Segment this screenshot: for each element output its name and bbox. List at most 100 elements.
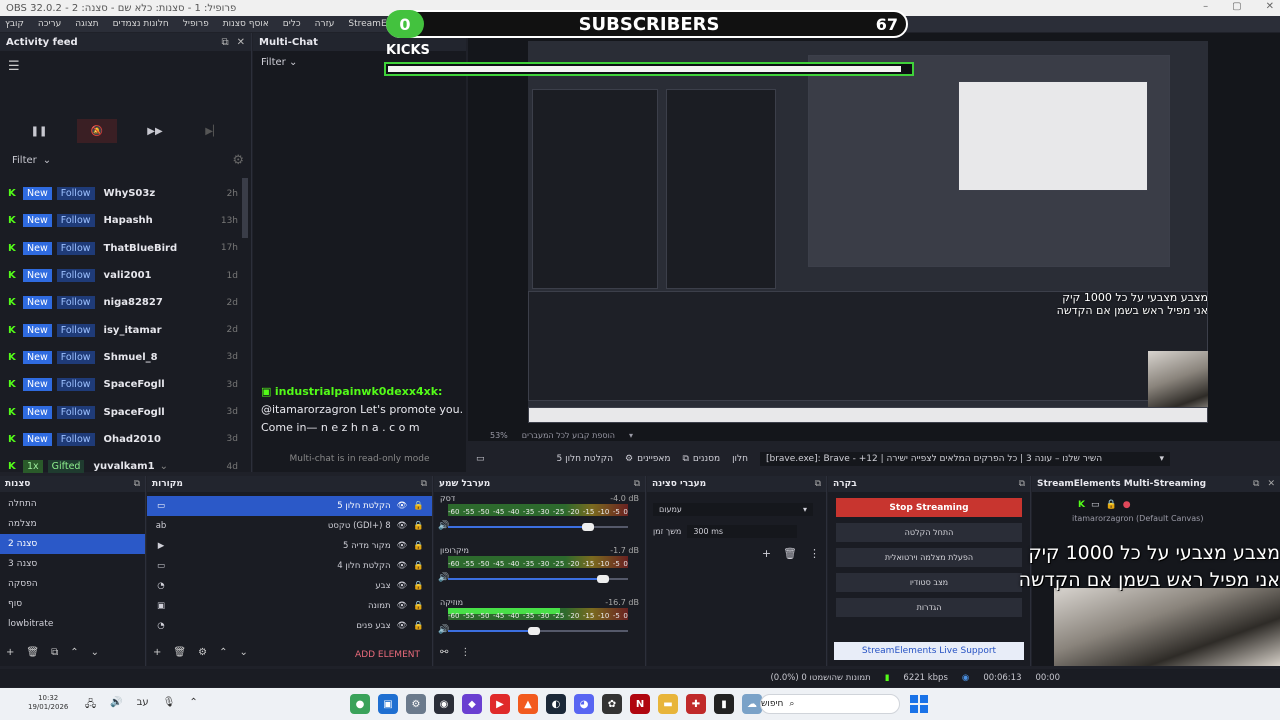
scene-item[interactable]: סצנה 3 (0, 554, 145, 574)
app-icon-game[interactable]: ✚ (686, 694, 706, 714)
menu-item[interactable]: אוסף סצנות (223, 19, 269, 29)
duration-input[interactable]: 300 ms (687, 524, 798, 538)
scene-item[interactable]: הפסקה (0, 574, 145, 594)
hamburger-menu-icon[interactable]: ☰ (8, 59, 20, 74)
transition-select[interactable]: עמעום ▾ (653, 502, 813, 516)
scene-item[interactable]: סצנה 2 (0, 534, 145, 554)
eye-icon[interactable]: 👁 (397, 581, 408, 591)
float-icon[interactable]: ⧉ (421, 479, 427, 489)
close-icon[interactable]: ✕ (1266, 1, 1274, 12)
float-icon[interactable]: ⧉ (815, 479, 821, 489)
float-icon[interactable]: ⧉ (1019, 479, 1025, 489)
language-indicator[interactable]: עב (137, 697, 149, 714)
eye-icon[interactable]: 👁 (397, 541, 408, 551)
close-icon[interactable]: ✕ (1267, 479, 1275, 489)
chevron-up-icon[interactable]: ⌃ (189, 697, 197, 714)
lock-icon[interactable]: 🔒 (413, 581, 424, 591)
lock-icon[interactable]: 🔒 (413, 601, 424, 611)
source-item[interactable]: ▭ הקלטת חלון 4 👁 🔒 (147, 556, 432, 576)
lock-icon[interactable]: 🔒 (413, 561, 424, 571)
source-item[interactable]: ◔ צבע 👁 🔒 (147, 576, 432, 596)
float-icon[interactable]: ⧉ (221, 37, 228, 48)
app-icon-photos[interactable]: ▣ (378, 694, 398, 714)
control-button[interactable]: הגדרות (836, 598, 1022, 617)
float-icon[interactable]: ⧉ (1253, 479, 1259, 489)
taskbar-search[interactable]: ⌕ חיפוש (760, 694, 900, 714)
feed-item[interactable]: K New Follow isy_itamar 2d (0, 316, 240, 343)
scene-item[interactable]: lowbitrate (0, 614, 145, 634)
app-icon-brave[interactable]: ▲ (518, 694, 538, 714)
source-item[interactable]: ab טקסט (GDI+) 8 👁 🔒 (147, 516, 432, 536)
eye-icon[interactable]: 👁 (397, 601, 408, 611)
add-element-button[interactable]: ADD ELEMENT (355, 650, 420, 660)
trash-icon[interactable]: 🗑 (173, 647, 186, 658)
link-icon[interactable]: ⚯ (440, 647, 448, 658)
source-item[interactable]: ▭ הקלטת חלון 5 👁 🔒 (147, 496, 432, 516)
feed-filter[interactable]: Filter ⌄ ⚙ (12, 153, 244, 168)
add-icon[interactable]: + (762, 547, 771, 560)
menu-item[interactable]: עריכה (38, 19, 61, 29)
float-icon[interactable]: ⧉ (634, 479, 640, 489)
gear-icon[interactable]: ⚙ (198, 647, 207, 658)
app-icon-weather[interactable]: ☁ (742, 694, 762, 714)
close-icon[interactable]: ✕ (237, 37, 245, 48)
feed-item[interactable]: K New Follow Ohad2010 3d (0, 426, 240, 453)
scrollbar[interactable] (242, 178, 248, 238)
menu-item[interactable]: פרופיל (183, 19, 209, 29)
menu-item[interactable]: כלים (283, 19, 301, 29)
app-icon-obs[interactable]: ◉ (434, 694, 454, 714)
feed-item[interactable]: K New Follow vali2001 1d (0, 262, 240, 289)
lock-icon[interactable]: 🔒 (413, 521, 424, 531)
window-select[interactable]: [brave.exe]: Brave - +12 | השיר שלנו – ע… (759, 452, 1170, 466)
feed-item[interactable]: K New Follow Shmuel_8 3d (0, 344, 240, 371)
app-icon-terminal[interactable]: ▮ (714, 694, 734, 714)
feed-item[interactable]: K New Follow ThatBlueBird 17h (0, 235, 240, 262)
feed-item[interactable]: K New Follow niga82827 2d (0, 289, 240, 316)
source-item[interactable]: ▶ מקור מדיה 5 👁 🔒 (147, 536, 432, 556)
feed-item[interactable]: K New Follow SpaceFogll 3d (0, 371, 240, 398)
app-icon-green[interactable]: ● (350, 694, 370, 714)
clock[interactable]: 10:32 19/01/2026 (28, 694, 68, 712)
live-support-button[interactable]: StreamElements Live Support (834, 642, 1024, 660)
up-icon[interactable]: ⌃ (70, 647, 78, 658)
chevron-down-icon[interactable]: ⌄ (160, 461, 168, 472)
eye-icon[interactable]: 👁 (397, 621, 408, 631)
trash-icon[interactable]: 🗑 (26, 647, 39, 658)
minimize-icon[interactable]: – (1203, 1, 1208, 12)
menu-item[interactable]: קובץ (5, 19, 24, 29)
pause-button[interactable]: ❚❚ (19, 119, 59, 143)
chevron-down-icon[interactable]: ▾ (629, 431, 633, 440)
down-icon[interactable]: ⌄ (239, 647, 247, 658)
eye-icon[interactable]: 👁 (397, 561, 408, 571)
app-icon-discord[interactable]: ◕ (574, 694, 594, 714)
eye-icon[interactable]: 👁 (397, 501, 408, 511)
app-icon-ide[interactable]: ◆ (462, 694, 482, 714)
down-icon[interactable]: ⌄ (91, 647, 99, 658)
add-icon[interactable]: + (153, 647, 161, 658)
eye-icon[interactable]: 👁 (397, 521, 408, 531)
app-icon-steam[interactable]: ◐ (546, 694, 566, 714)
feed-item[interactable]: K New Follow SpaceFogll 3d (0, 398, 240, 425)
properties-button[interactable]: ⚙ מאפיינים (625, 454, 670, 464)
app-icon-netflix[interactable]: N (630, 694, 650, 714)
more-icon[interactable]: ⋮ (809, 547, 820, 560)
volume-fader[interactable] (448, 627, 628, 635)
up-icon[interactable]: ⌃ (219, 647, 227, 658)
app-icon-folder[interactable]: ▬ (658, 694, 678, 714)
fader-knob[interactable] (528, 627, 541, 635)
trash-icon[interactable]: 🗑 (783, 547, 797, 560)
mic-icon[interactable]: 🎙 (163, 697, 176, 714)
more-icon[interactable]: ⋮ (460, 647, 470, 658)
volume-fader[interactable] (448, 575, 628, 583)
stop-streaming-button[interactable]: Stop Streaming (836, 498, 1022, 517)
lock-icon[interactable]: 🔒 (413, 501, 424, 511)
fader-knob[interactable] (596, 575, 609, 583)
feed-item[interactable]: K New Follow WhyS03z 2h (0, 180, 240, 207)
filter-icon[interactable]: ⧉ (51, 647, 58, 658)
lock-icon[interactable]: 🔒 (413, 621, 424, 631)
app-icon-settings[interactable]: ⚙ (406, 694, 426, 714)
menu-item[interactable]: עזרה (315, 19, 335, 29)
filters-button[interactable]: ⧉ מסננים (682, 454, 720, 464)
float-icon[interactable]: ⧉ (134, 479, 140, 489)
source-item[interactable]: ▣ תמונה 👁 🔒 (147, 596, 432, 616)
